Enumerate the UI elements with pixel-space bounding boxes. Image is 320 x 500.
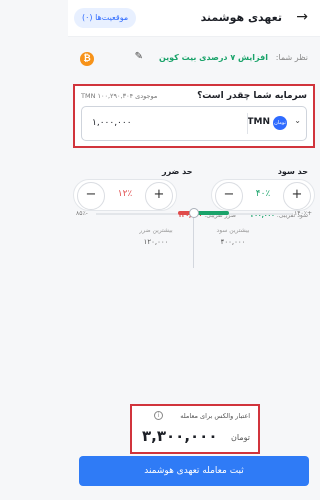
slider-min-label: -۸۵٪	[76, 210, 88, 217]
take-profit-title: حد سود	[277, 167, 308, 176]
edit-icon[interactable]: ✎	[135, 51, 143, 62]
slider-max-label: +۱۴۰٪	[294, 210, 312, 217]
max-profit-marker: بیشترین سود ۴۰۰,۰۰۰	[216, 227, 250, 246]
opinion-row: نظر شما: افزایش ۷ درصدی بیت کوین ✎ ₿	[80, 50, 308, 68]
positions-button[interactable]: موقعیت‌ها (۰)	[74, 8, 137, 28]
range-slider[interactable]: -۸۵٪ +۱۴۰٪ بیشترین ضرر ۱۲۰,۰۰۰ بیشترین س…	[68, 205, 320, 275]
leverage-unit: تومان	[231, 433, 250, 442]
info-icon[interactable]: i	[154, 411, 163, 420]
stop-loss-title: حد ضرر	[162, 167, 193, 176]
bitcoin-icon: ₿	[80, 52, 94, 66]
current-price-line	[193, 218, 194, 268]
balance-text: موجودی TMN ۱۰۰,۲۹۰,۳۰۴	[81, 92, 158, 100]
app-header: → تعهدی هوشمند موقعیت‌ها (۰)	[68, 0, 320, 37]
opinion-value: افزایش ۷ درصدی بیت کوین	[158, 53, 268, 62]
leverage-label: اعتبار والکس برای معامله	[180, 412, 250, 420]
opinion-label: نظر شما:	[275, 53, 308, 62]
leverage-box: اعتبار والکس برای معامله i تومان ۳,۳۰۰,۰…	[130, 404, 260, 454]
take-profit-value[interactable]: ۴۰٪	[242, 189, 284, 199]
page-title: تعهدی هوشمند	[200, 11, 282, 24]
capital-question: سرمایه شما چقدر است؟	[197, 91, 307, 101]
toman-icon: تومان	[273, 116, 287, 130]
submit-button[interactable]: ثبت معامله تعهدی هوشمند	[79, 456, 309, 486]
currency-code[interactable]: TMN	[247, 117, 270, 127]
capital-section: سرمایه شما چقدر است؟ موجودی TMN ۱۰۰,۲۹۰,…	[73, 84, 315, 148]
slider-thumb[interactable]	[189, 208, 199, 218]
back-arrow-icon[interactable]: →	[296, 9, 308, 25]
capital-input[interactable]: ⌄ تومان TMN ۱,۰۰۰,۰۰۰	[81, 106, 307, 141]
leverage-value: ۳,۳۰۰,۰۰۰	[142, 427, 218, 445]
capital-value[interactable]: ۱,۰۰۰,۰۰۰	[92, 118, 132, 128]
divider	[247, 113, 248, 134]
max-loss-marker: بیشترین ضرر ۱۲۰,۰۰۰	[139, 227, 173, 246]
chevron-down-icon[interactable]: ⌄	[294, 116, 301, 125]
stop-loss-value[interactable]: ۱۲٪	[104, 189, 146, 199]
